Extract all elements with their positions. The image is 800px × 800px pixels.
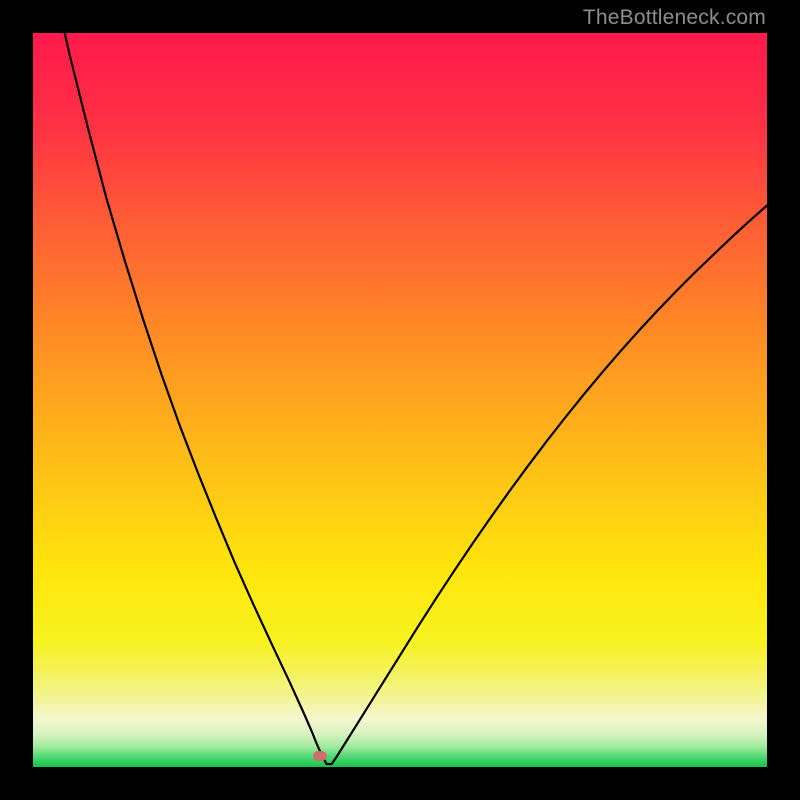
watermark-text: TheBottleneck.com [583, 6, 766, 30]
outer-frame: TheBottleneck.com [0, 0, 800, 800]
plot-area [33, 33, 767, 767]
background-gradient [33, 33, 767, 767]
